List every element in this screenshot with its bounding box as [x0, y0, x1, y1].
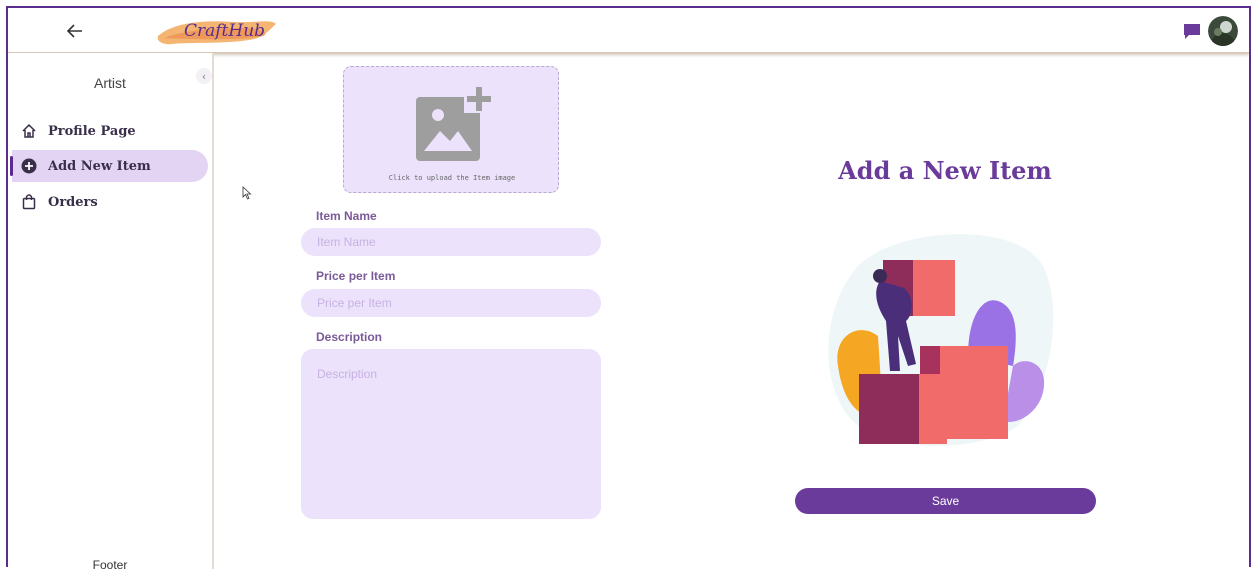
- top-app-bar: CraftHub: [8, 8, 1249, 53]
- add-image-icon: [416, 83, 494, 161]
- sidebar: Artist ‹ Profile Page Add New Item Order…: [8, 53, 214, 572]
- user-avatar[interactable]: [1208, 16, 1238, 46]
- sidebar-item-label: Add New Item: [48, 158, 151, 174]
- arrow-left-icon: [67, 24, 82, 38]
- price-label: Price per Item: [316, 269, 396, 283]
- chevron-left-icon: ‹: [201, 69, 207, 83]
- sidebar-role-label: Artist: [94, 75, 126, 91]
- sidebar-item-label: Orders: [48, 194, 98, 210]
- sidebar-item-add-new-item[interactable]: Add New Item: [10, 150, 208, 182]
- boxes-illustration: [828, 234, 1054, 446]
- shopping-bag-icon: [20, 193, 38, 211]
- image-upload-area[interactable]: Click to upload the Item image: [343, 66, 559, 193]
- price-input[interactable]: [301, 289, 601, 317]
- plus-circle-icon: [20, 157, 38, 175]
- mouse-pointer-icon: [242, 186, 252, 200]
- page-title: Add a New Item: [838, 156, 1052, 185]
- item-name-input[interactable]: [301, 228, 601, 256]
- sidebar-footer: Footer: [92, 558, 128, 572]
- sidebar-item-orders[interactable]: Orders: [12, 186, 208, 218]
- sidebar-item-label: Profile Page: [48, 123, 136, 139]
- upload-caption: Click to upload the Item image: [388, 174, 516, 182]
- logo-text: CraftHub: [184, 21, 265, 41]
- chat-bubble-icon[interactable]: [1182, 22, 1202, 40]
- description-label: Description: [316, 330, 383, 344]
- save-button[interactable]: Save: [795, 488, 1096, 514]
- home-icon: [20, 122, 38, 140]
- back-button[interactable]: [62, 18, 88, 44]
- item-name-label: Item Name: [316, 209, 377, 223]
- sidebar-item-profile-page[interactable]: Profile Page: [12, 115, 208, 147]
- crafthub-logo[interactable]: CraftHub: [154, 14, 278, 48]
- description-textarea[interactable]: [301, 349, 601, 519]
- collapse-sidebar-button[interactable]: ‹: [196, 68, 212, 84]
